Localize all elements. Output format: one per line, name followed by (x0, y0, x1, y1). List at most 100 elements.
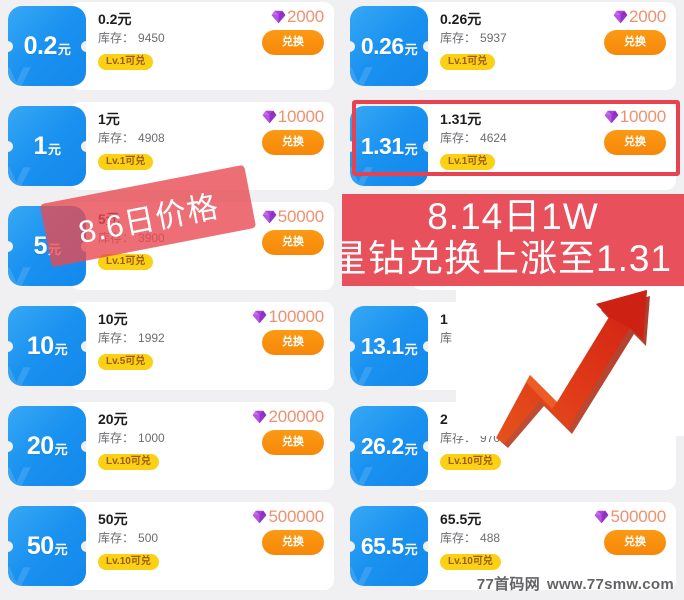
ticket-unit: 元 (47, 141, 61, 157)
row-stock: 库存： 488 (440, 530, 501, 547)
ticket-notch-right (423, 40, 428, 52)
exchange-row: 10元10元库存：1992Lv.5可兑 100000兑换 (8, 302, 334, 390)
redeem-button[interactable]: 兑换 (262, 330, 324, 355)
redeem-button[interactable]: 兑换 (262, 130, 324, 155)
level-badge: Lv.1可兑 (440, 154, 496, 170)
exchange-row: 1元1元库存：4908Lv.1可兑10000兑换 (8, 102, 334, 190)
ticket-unit: 元 (404, 341, 418, 357)
denomination-ticket[interactable]: 13.1元 (350, 306, 428, 386)
left-exchange-list-panel: 0.2元0.2元库存：9450Lv.1可兑2000兑换1元1元库存：4908Lv… (0, 0, 342, 600)
level-badge: Lv.10可兑 (98, 454, 159, 470)
diamond-icon (595, 510, 609, 523)
row-actions: 100000 兑换 (252, 308, 324, 355)
row-stock: 库存： 5937 (440, 30, 507, 47)
gem-amount: 10000 (619, 107, 666, 126)
ticket-notch-right (423, 540, 428, 552)
ticket-notch-right (81, 540, 86, 552)
ticket-unit: 元 (57, 41, 71, 57)
denomination-ticket[interactable]: 65.5元 (350, 506, 428, 586)
row-title: 20元 (98, 411, 128, 427)
watermark-url: www.77smw.com (547, 576, 674, 593)
denomination-ticket[interactable]: 0.26元 (350, 6, 428, 86)
banner-line-1: 8.14日1W (427, 196, 599, 237)
ticket-amount: 1 (33, 131, 48, 160)
gem-amount: 50000 (277, 207, 324, 226)
diamond-icon (262, 210, 277, 223)
redeem-button[interactable]: 兑换 (262, 430, 324, 455)
row-title: 65.5元 (440, 511, 482, 527)
row-title: 1 (440, 311, 448, 327)
left-list-scroll[interactable]: 0.2元0.2元库存：9450Lv.1可兑2000兑换1元1元库存：4908Lv… (0, 2, 342, 600)
denomination-ticket[interactable]: 26.2元 (350, 406, 428, 486)
ticket-unit: 元 (404, 541, 418, 557)
exchange-row: 50元50元库存：500Lv.10可兑500000兑换 (8, 502, 334, 590)
stock-label: 库存： (440, 531, 477, 545)
gem-price: 500000 (594, 508, 666, 525)
row-actions: 500000 兑换 (594, 508, 666, 555)
ticket-amount: 20 (26, 431, 54, 460)
row-info: 1.31元 库存： 4624 Lv.1可兑 (440, 110, 507, 170)
redeem-button[interactable]: 兑换 (604, 30, 666, 55)
denomination-ticket[interactable]: 1.31元 (350, 106, 428, 186)
gem-amount: 500000 (268, 507, 324, 526)
redeem-button[interactable]: 兑换 (262, 230, 324, 255)
ticket-notch-left (350, 540, 355, 552)
row-actions: 50000 兑换 (262, 208, 324, 255)
gem-amount: 2000 (628, 7, 666, 26)
ticket-amount: 0.2 (23, 31, 58, 60)
stock-label: 库存： (98, 31, 135, 45)
ticket-notch-left (8, 540, 13, 552)
gem-price: 500000 (252, 508, 324, 525)
exchange-row: 0.2元0.2元库存：9450Lv.1可兑2000兑换 (8, 2, 334, 90)
gem-price: 50000 (262, 208, 324, 225)
ticket-notch-left (8, 40, 13, 52)
row-info: 10元 库存： 1992 Lv.5可兑 (98, 310, 165, 370)
rising-arrow-graphic (460, 282, 684, 462)
row-stock: 库存： 500 (98, 530, 159, 547)
row-actions: 200000 兑换 (252, 408, 324, 455)
ticket-notch-left (350, 40, 355, 52)
redeem-button[interactable]: 兑换 (262, 30, 324, 55)
denomination-ticket[interactable]: 10元 (8, 306, 86, 386)
denomination-ticket[interactable]: 20元 (8, 406, 86, 486)
denomination-ticket[interactable]: 1元 (8, 106, 86, 186)
row-title: 10元 (98, 311, 128, 327)
ticket-unit: 元 (54, 341, 68, 357)
row-info: 1库 (440, 310, 456, 351)
trend-up-arrow-icon (496, 290, 650, 448)
redeem-button[interactable]: 兑换 (604, 130, 666, 155)
diamond-icon (253, 510, 267, 523)
redeem-button[interactable]: 兑换 (604, 530, 666, 555)
ticket-unit: 元 (54, 541, 68, 557)
exchange-row: 1.31元1.31元库存：4624Lv.1可兑10000兑换 (350, 102, 676, 190)
ticket-amount: 13.1 (360, 332, 404, 359)
stock-label: 库存： (98, 431, 135, 445)
diamond-icon (253, 410, 267, 423)
ticket-unit: 元 (54, 441, 68, 457)
gem-price: 200000 (252, 408, 324, 425)
row-info: 0.2元 库存： 9450 Lv.1可兑 (98, 10, 165, 70)
diamond-icon (613, 10, 628, 23)
diamond-icon (262, 110, 277, 123)
stock-value: 488 (480, 531, 501, 545)
stock-value: 1992 (138, 331, 165, 345)
ticket-unit: 元 (404, 41, 418, 57)
row-stock: 库存： 4624 (440, 130, 507, 147)
row-actions: 500000 兑换 (252, 508, 324, 555)
denomination-ticket[interactable]: 0.2元 (8, 6, 86, 86)
diamond-icon (253, 310, 267, 323)
diamond-icon (604, 110, 619, 123)
ticket-notch-right (423, 140, 428, 152)
gem-price: 2000 (271, 8, 324, 25)
stock-label: 库存： (440, 131, 477, 145)
ticket-notch-left (8, 240, 13, 252)
redeem-button[interactable]: 兑换 (262, 530, 324, 555)
ticket-amount: 50 (26, 531, 54, 560)
row-title: 0.26元 (440, 11, 482, 27)
ticket-notch-right (423, 440, 428, 452)
denomination-ticket[interactable]: 50元 (8, 506, 86, 586)
row-stock: 库 (440, 330, 456, 347)
ticket-amount: 0.26 (360, 32, 404, 59)
row-stock: 库存： 9450 (98, 30, 165, 47)
ticket-unit: 元 (404, 141, 418, 157)
